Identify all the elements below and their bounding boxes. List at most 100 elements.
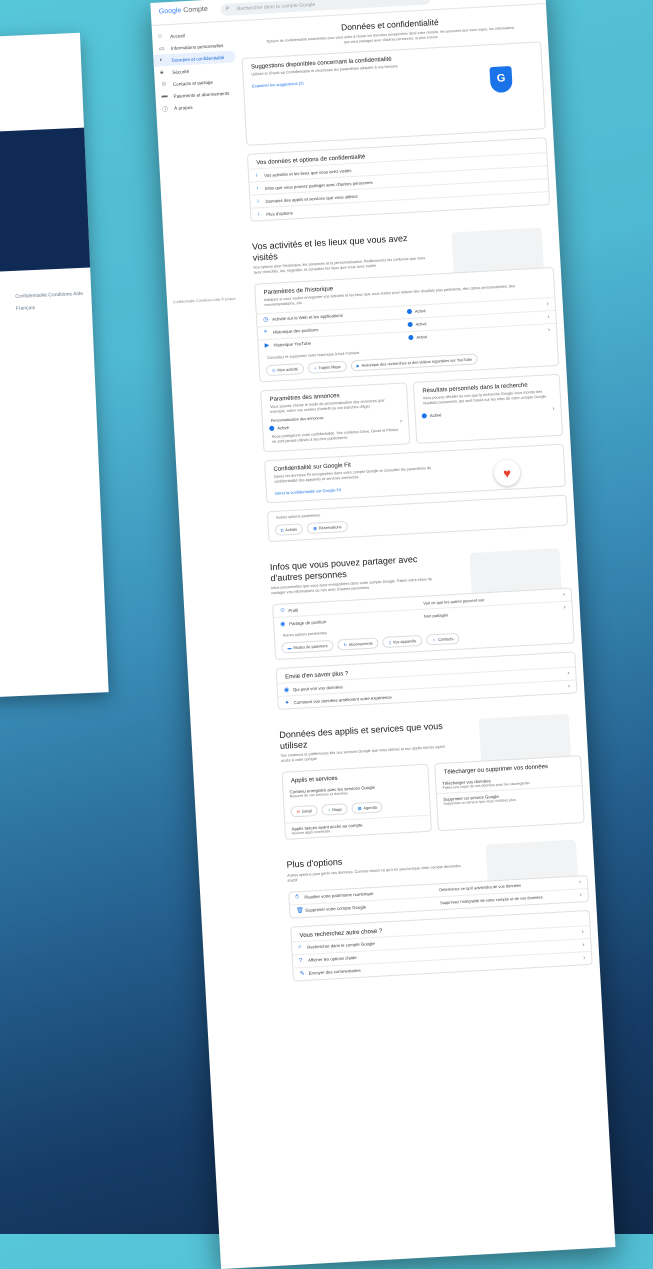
search-input[interactable]: ⌕ Rechercher dans le compte Google <box>220 0 431 17</box>
sharing-card: ☺ Profil Voir ce que les autres peuvent vo… <box>272 587 575 661</box>
activity-icon: ◷ <box>271 367 276 373</box>
calendar-icon: ▦ <box>357 805 362 811</box>
contacts-icon: ☺ <box>432 637 437 643</box>
id-card-icon: ▭ <box>158 45 165 53</box>
suggestions-card: Suggestions disponibles concernant la co… <box>241 41 546 147</box>
lock-icon: 🔒︎ <box>160 68 164 76</box>
history-settings-card: Paramètres de l'historique Indiquez si v… <box>254 267 560 383</box>
toggle-icon: ◐ <box>159 57 164 64</box>
clock-icon: ◷ <box>263 316 269 324</box>
row-value: Supprimez l'intégralité de votre compte … <box>439 894 543 906</box>
chevron-right-icon: › <box>548 326 551 333</box>
chip-label: Réservations <box>318 524 342 531</box>
chip-maps-timeline[interactable]: ⌖ Trajets Maps <box>307 360 347 374</box>
chip-gmail[interactable]: ✉ Gmail <box>290 805 319 818</box>
chip-label: Abonnements <box>348 640 373 648</box>
chevron-right-icon: › <box>552 405 555 412</box>
row-label: Afficher les options d'aide <box>307 955 357 963</box>
chevron-right-icon: › <box>567 670 570 678</box>
chip-devices[interactable]: ▯ Vos appareils <box>382 635 423 649</box>
chip-purchases[interactable]: ◘ Achats <box>274 523 304 537</box>
chip-label: Achats <box>285 526 298 533</box>
logo-product: Compte <box>183 5 208 15</box>
row-status: Activé <box>407 320 427 328</box>
logo-google: Google <box>158 7 182 16</box>
row-status: Activé <box>408 333 428 341</box>
chip-label: Modes de paiement <box>293 643 328 651</box>
chip-label: Gmail <box>301 808 313 814</box>
row-label: Partage de position <box>289 618 327 626</box>
maps-icon: ⌖ <box>313 364 317 370</box>
subscriptions-icon: ↻ <box>343 642 347 648</box>
trash-icon: 🗑︎ <box>296 908 305 915</box>
chip-label: Maps <box>332 806 342 813</box>
info-icon: ⓘ <box>162 106 169 114</box>
chip-agenda[interactable]: ▦ Agenda <box>351 801 384 815</box>
arrow-down-icon: ↓ <box>256 198 260 205</box>
chip-maps[interactable]: ⌖ Maps <box>321 803 349 816</box>
backcard-footer: Confidentialité Conditions Aide <box>15 290 84 300</box>
row-label: Supprimer votre compte Google <box>305 904 367 914</box>
google-account-logo[interactable]: Google Compte <box>159 6 208 16</box>
chevron-right-icon: › <box>399 418 403 425</box>
row-label: Envoyer des commentaires <box>308 968 361 976</box>
status-dot <box>421 413 427 419</box>
status-text: Activé <box>429 412 442 419</box>
status-text: Activé <box>416 333 428 340</box>
personal-results-row[interactable]: Activé › <box>415 403 560 423</box>
sidebar-item-label: À propos <box>174 104 193 111</box>
calendar-icon: ▦ <box>313 525 317 532</box>
chevron-right-icon: › <box>547 313 550 320</box>
youtube-icon: ▶ <box>264 342 270 350</box>
sidebar-item-label: Informations personnelles <box>170 42 224 51</box>
personal-results-card: Résultats personnels dans la recherche V… <box>412 373 564 444</box>
status-text: Activé <box>415 320 427 327</box>
row-value: Non partagée <box>423 612 449 619</box>
search-icon: ⌕ <box>225 4 230 12</box>
youtube-icon: ▶ <box>356 362 360 368</box>
chevron-right-icon: › <box>579 892 582 899</box>
backcard-language: Français <box>15 304 36 312</box>
arrow-down-icon: ↓ <box>257 211 261 218</box>
chip-subscriptions[interactable]: ↻ Abonnements <box>337 637 380 651</box>
row-value: Déterminez ce qu'il adviendra de vos don… <box>439 882 522 893</box>
card-icon: ▬ <box>161 93 168 100</box>
gmail-icon: ✉ <box>296 809 301 815</box>
navy-band <box>0 127 91 273</box>
chip-youtube-history[interactable]: ▶ Historique des recherches et des vidéos… <box>350 352 479 371</box>
row-label: Planifier votre patrimoine numérique <box>304 891 374 901</box>
row-label: Rechercher dans le compte Google <box>307 941 375 950</box>
sidebar-item-label: Paiements et abonnements <box>173 90 230 99</box>
eye-icon: ◉ <box>283 687 290 694</box>
sidebar: ⌂ Accueil ▭ Informations personnelles ◐ Don… <box>152 26 239 304</box>
status-dot <box>269 426 275 432</box>
row-label: Historique des positions <box>272 327 319 335</box>
option-label: Plus d'options <box>266 210 294 217</box>
search-placeholder: Rechercher dans le compte Google <box>236 1 316 13</box>
chip-reservations[interactable]: ▦ Réservations <box>306 521 348 535</box>
bag-icon: ◘ <box>280 527 284 533</box>
chevron-right-icon: › <box>578 879 582 886</box>
chip-label: Contacts <box>438 636 454 643</box>
row-label: Qui peut voir vos données <box>292 684 343 692</box>
card-icon: ▬ <box>287 645 292 651</box>
help-icon: ? <box>298 957 303 964</box>
row-label: Historique YouTube <box>273 340 312 348</box>
status-text: Activé <box>414 307 426 314</box>
background-slide-card: Confidentialité Conditions Aide Français <box>0 32 109 698</box>
row-value: Voir ce que les autres peuvent voir <box>423 597 485 606</box>
arrow-down-icon: ↓ <box>255 185 260 192</box>
chip-payment-methods[interactable]: ▬ Modes de paiement <box>281 640 334 654</box>
download-delete-card: Télécharger ou supprimer vos données Tél… <box>434 755 585 832</box>
chip-label: Historique des recherches et des vidéos … <box>361 356 473 368</box>
shield-icon: G <box>489 66 513 94</box>
chip-my-activity[interactable]: ◷ Mon activité <box>265 362 305 376</box>
row-label: Activité sur le Web et les applications <box>272 312 344 322</box>
chip-contacts[interactable]: ☺ Contacts <box>425 632 460 646</box>
row-label: Comment vos données améliorent votre exp… <box>293 694 392 705</box>
sparkle-icon: ✦ <box>284 700 290 707</box>
google-fit-card: Confidentialité sur Google Fit Gérez les… <box>264 443 566 504</box>
row-label: Profil <box>288 607 299 613</box>
chevron-right-icon: › <box>563 605 566 612</box>
chevron-right-icon: › <box>582 942 585 949</box>
